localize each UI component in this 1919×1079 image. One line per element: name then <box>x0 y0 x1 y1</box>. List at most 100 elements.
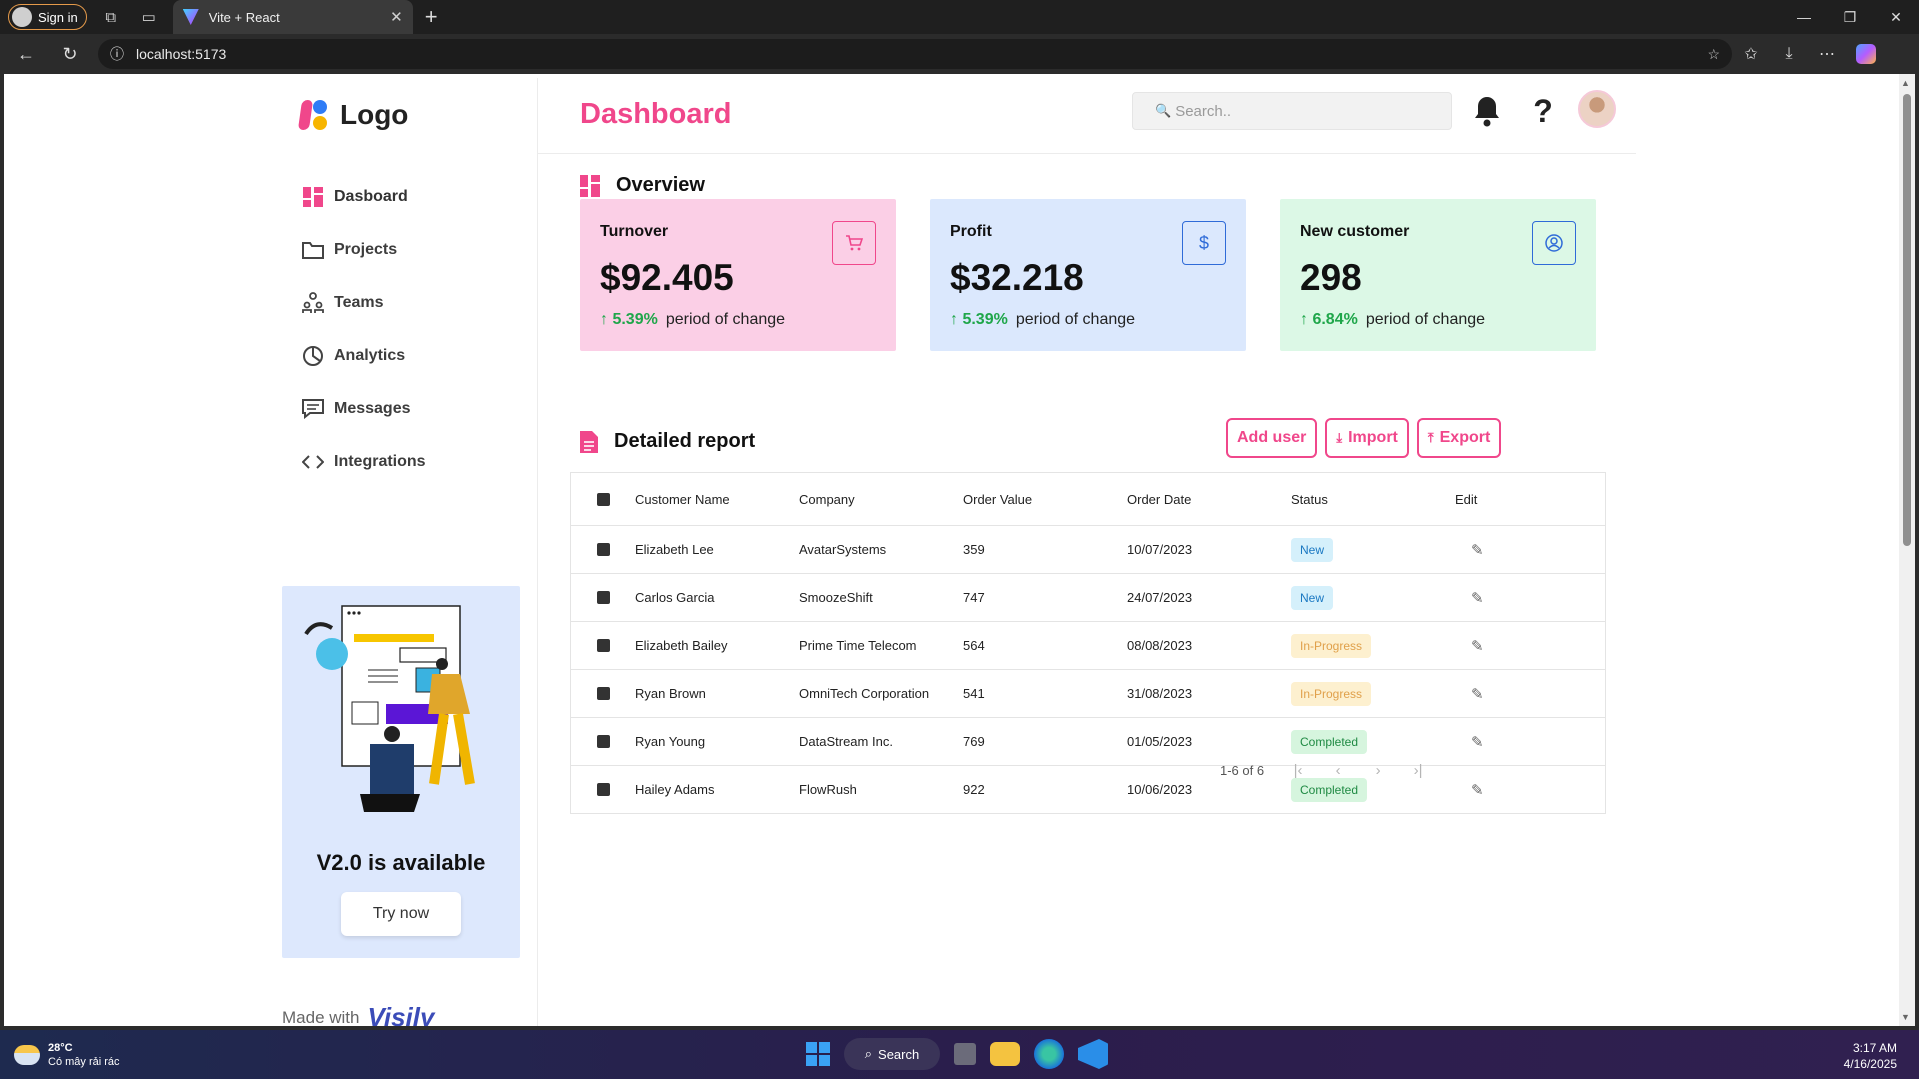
row-checkbox[interactable] <box>596 783 610 796</box>
column-header[interactable]: Order Date <box>1127 492 1291 507</box>
help-icon[interactable]: ? <box>1524 92 1562 130</box>
avatar[interactable] <box>1578 90 1616 128</box>
sidebar-item-teams[interactable]: Teams <box>302 276 426 329</box>
favorites-icon[interactable]: ✩ <box>1732 44 1770 64</box>
minimize-icon[interactable]: — <box>1781 9 1827 26</box>
browser-toolbar: ← ↻ ⓘ localhost:5173 ☆ ✩ ⤓ ⋯ <box>0 34 1919 74</box>
scroll-up-icon[interactable]: ▲ <box>1901 78 1910 88</box>
info-icon[interactable]: ⓘ <box>110 44 124 64</box>
first-page-icon[interactable]: |‹ <box>1292 762 1304 779</box>
search-input[interactable]: 🔍 Search.. <box>1132 92 1452 130</box>
table-row: Ryan Young DataStream Inc. 769 01/05/202… <box>571 717 1605 765</box>
overview-icon <box>580 174 600 197</box>
edit-pencil-icon[interactable]: ✎ <box>1471 589 1484 607</box>
task-view-icon[interactable] <box>954 1043 976 1065</box>
more-icon[interactable]: ⋯ <box>1808 44 1846 64</box>
sign-in-button[interactable]: Sign in <box>8 4 87 30</box>
order-date: 31/08/2023 <box>1127 686 1193 701</box>
refresh-icon[interactable]: ↻ <box>52 36 88 72</box>
weather-widget[interactable]: 28°C Có mây rải rác <box>14 1041 120 1069</box>
order-value: 747 <box>963 590 985 605</box>
row-checkbox[interactable] <box>596 591 610 604</box>
notifications-button[interactable] <box>1468 92 1506 130</box>
sidebar-item-label: Messages <box>334 399 411 417</box>
logo-text: Logo <box>340 99 409 130</box>
column-header[interactable]: Company <box>799 492 963 507</box>
company: Prime Time Telecom <box>799 638 917 653</box>
search-placeholder: Search.. <box>1175 102 1232 120</box>
edge-browser-icon[interactable] <box>1034 1039 1064 1069</box>
row-checkbox[interactable] <box>596 735 610 748</box>
weather-cloud-icon <box>14 1044 40 1065</box>
downloads-icon[interactable]: ⤓ <box>1770 45 1808 63</box>
promo-illustration <box>304 605 475 812</box>
sidebar-item-messages[interactable]: Messages <box>302 382 426 435</box>
taskbar-search-button[interactable]: ⌕ Search <box>844 1038 940 1070</box>
restore-icon[interactable]: ❐ <box>1827 9 1873 26</box>
windows-taskbar: 28°C Có mây rải rác ⌕ Search 3:17 AM 4/1… <box>0 1030 1919 1079</box>
browser-tab[interactable]: Vite + React ✕ <box>172 0 413 34</box>
system-clock[interactable]: 3:17 AM 4/16/2025 <box>1844 1040 1897 1072</box>
edit-pencil-icon[interactable]: ✎ <box>1471 781 1484 799</box>
close-window-icon[interactable]: ✕ <box>1873 9 1919 26</box>
workspaces-icon[interactable]: ⧉ <box>97 3 125 31</box>
user-circle-icon[interactable] <box>1532 221 1576 265</box>
import-button[interactable]: ⤓ Import <box>1325 418 1409 458</box>
edit-pencil-icon[interactable]: ✎ <box>1471 541 1484 559</box>
select-all-checkbox[interactable] <box>596 492 610 506</box>
scroll-down-icon[interactable]: ▼ <box>1901 1012 1910 1022</box>
table-row: Ryan Brown OmniTech Corporation 541 31/0… <box>571 669 1605 717</box>
copilot-icon[interactable] <box>1856 44 1876 64</box>
close-tab-icon[interactable]: ✕ <box>390 8 403 26</box>
column-header[interactable]: Edit <box>1455 492 1555 507</box>
grid-icon <box>302 186 324 208</box>
edit-pencil-icon[interactable]: ✎ <box>1471 733 1484 751</box>
edit-pencil-icon[interactable]: ✎ <box>1471 637 1484 655</box>
sidebar-item-label: Integrations <box>334 452 426 470</box>
table-header-row: Customer Name Company Order Value Order … <box>571 473 1605 525</box>
logo[interactable]: Logo <box>297 98 409 132</box>
page-viewport: Logo Dasboard Projects Teams Analytics M… <box>0 74 1919 1030</box>
vscode-icon[interactable] <box>1078 1039 1108 1069</box>
column-header[interactable]: Order Value <box>963 492 1127 507</box>
sidebar-item-projects[interactable]: Projects <box>302 223 426 276</box>
scrollbar-thumb[interactable] <box>1903 94 1911 546</box>
browser-tabbar: Sign in ⧉ ▭ Vite + React ✕ + — ❐ ✕ <box>0 0 1919 34</box>
team-icon <box>302 291 324 314</box>
file-explorer-icon[interactable] <box>990 1042 1020 1066</box>
previous-page-icon[interactable]: ‹ <box>1332 762 1344 779</box>
made-with-visily[interactable]: Made with Visily <box>282 1002 434 1026</box>
windows-start-icon[interactable] <box>806 1042 830 1066</box>
tab-actions-icon[interactable]: ▭ <box>135 3 163 31</box>
sidebar-item-analytics[interactable]: Analytics <box>302 329 426 382</box>
dollar-icon[interactable]: $ <box>1182 221 1226 265</box>
overview-title: Overview <box>616 174 705 196</box>
favorite-star-icon[interactable]: ☆ <box>1707 46 1720 63</box>
card-label: Turnover <box>600 223 669 240</box>
sidebar-item-integrations[interactable]: Integrations <box>302 435 426 488</box>
address-bar[interactable]: ⓘ localhost:5173 ☆ <box>98 39 1732 69</box>
top-header: Dashboard 🔍 Search.. ? <box>538 78 1636 154</box>
report-heading: Detailed report <box>580 430 755 453</box>
import-icon: ⤓ <box>1336 430 1343 445</box>
export-button[interactable]: ⤒ Export <box>1416 418 1502 458</box>
page-scrollbar[interactable]: ▲ ▼ <box>1899 74 1915 1026</box>
row-checkbox[interactable] <box>596 543 610 556</box>
new-tab-icon[interactable]: + <box>425 4 438 30</box>
last-page-icon[interactable]: ›| <box>1412 762 1424 779</box>
vite-favicon-icon <box>182 9 199 25</box>
search-icon: ⌕ <box>864 1046 873 1061</box>
cart-icon[interactable] <box>832 221 876 265</box>
sidebar-item-dashboard[interactable]: Dasboard <box>302 170 426 223</box>
column-header[interactable]: Status <box>1291 492 1455 507</box>
column-header[interactable]: Customer Name <box>635 492 799 507</box>
row-checkbox[interactable] <box>596 639 610 652</box>
try-now-button[interactable]: Try now <box>341 892 461 936</box>
row-checkbox[interactable] <box>596 687 610 700</box>
edit-pencil-icon[interactable]: ✎ <box>1471 685 1484 703</box>
order-value: 769 <box>963 734 985 749</box>
back-icon[interactable]: ← <box>8 36 44 72</box>
table-row: Carlos Garcia SmoozeShift 747 24/07/2023… <box>571 573 1605 621</box>
add-user-button[interactable]: Add user <box>1226 418 1318 458</box>
next-page-icon[interactable]: › <box>1372 762 1384 779</box>
